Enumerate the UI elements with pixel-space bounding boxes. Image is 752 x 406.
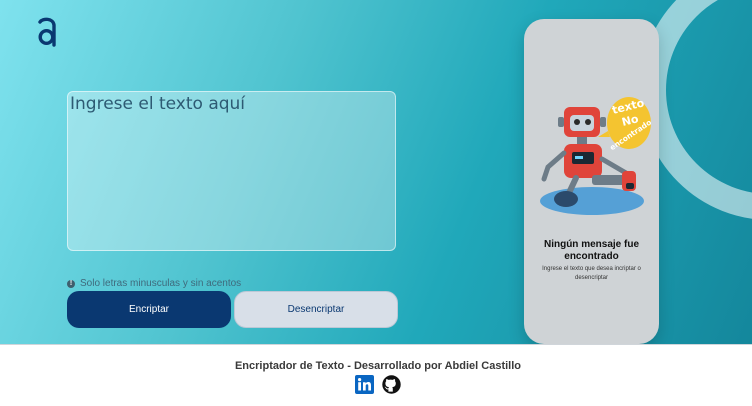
github-link[interactable] [382,375,401,394]
footer: Encriptador de Texto - Desarrollado por … [0,344,752,406]
decrypt-button[interactable]: Desencriptar [234,291,398,328]
robot-illustration: texto No encontrado [540,96,653,215]
text-input[interactable] [67,91,396,251]
github-icon [382,375,401,394]
encrypt-button[interactable]: Encriptar [67,291,231,328]
main-stage: ! Solo letras minusculas y sin acentos E… [0,0,752,344]
linkedin-icon [355,375,374,394]
alura-logo-icon [38,17,56,47]
input-hint: ! Solo letras minusculas y sin acentos [67,278,241,289]
result-subtitle: Ingrese el texto que desea incriptar o d… [542,266,641,281]
info-icon: ! [67,279,75,288]
result-panel: texto No encontrado Ningún mensaje fue e… [524,19,659,344]
footer-credit: Encriptador de Texto - Desarrollado por … [234,360,522,372]
hint-text: Solo letras minusculas y sin acentos [80,278,242,289]
result-title: Ningún mensaje fue encontrado [543,239,639,262]
social-links [355,375,401,394]
linkedin-link[interactable] [355,375,374,394]
